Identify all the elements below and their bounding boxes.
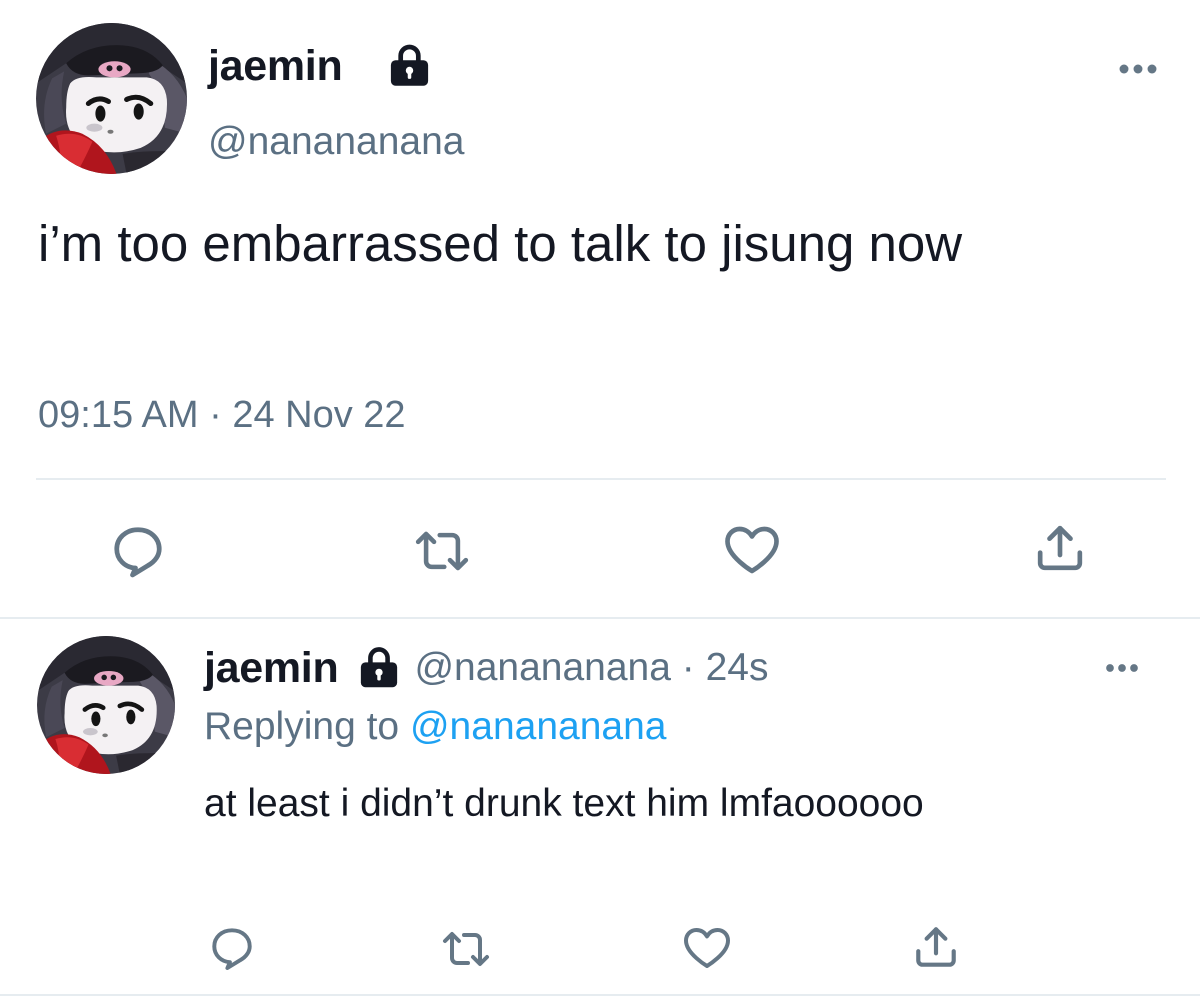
- reply-icon[interactable]: [207, 923, 257, 973]
- share-icon[interactable]: [911, 922, 961, 972]
- more-icon[interactable]: [1104, 662, 1140, 674]
- divider: [0, 994, 1200, 996]
- divider: [36, 478, 1166, 480]
- heart-icon[interactable]: [721, 522, 783, 578]
- replying-to: Replying to @nanananana: [204, 700, 666, 754]
- reply-header: jaemin @nanananana · 24s: [204, 640, 768, 696]
- reply-handle-time[interactable]: @nanananana · 24s: [414, 640, 768, 696]
- more-icon[interactable]: [1117, 62, 1159, 76]
- tweet-text: i’m too embarrassed to talk to jisung no…: [38, 215, 963, 272]
- share-icon[interactable]: [1032, 520, 1088, 576]
- replying-to-handle-link[interactable]: @nanananana: [410, 705, 667, 748]
- reply-text: at least i didn’t drunk text him lmfaooo…: [204, 782, 924, 825]
- avatar-image: [37, 636, 175, 774]
- heart-icon[interactable]: [681, 924, 733, 972]
- display-name[interactable]: jaemin: [208, 40, 343, 92]
- section-divider: [0, 617, 1200, 619]
- retweet-icon[interactable]: [438, 927, 494, 971]
- reply-icon[interactable]: [108, 521, 168, 581]
- avatar[interactable]: [36, 23, 187, 174]
- retweet-icon[interactable]: [411, 526, 473, 576]
- reply-avatar[interactable]: [37, 636, 175, 774]
- lock-icon: [386, 43, 433, 87]
- user-handle[interactable]: @nanananana: [208, 118, 465, 166]
- tweet-timestamp[interactable]: 09:15 AM · 24 Nov 22: [38, 390, 406, 440]
- lock-icon: [356, 646, 402, 688]
- avatar-image: [36, 23, 187, 174]
- reply-display-name[interactable]: jaemin: [204, 640, 339, 696]
- replying-to-label: Replying to: [204, 705, 400, 748]
